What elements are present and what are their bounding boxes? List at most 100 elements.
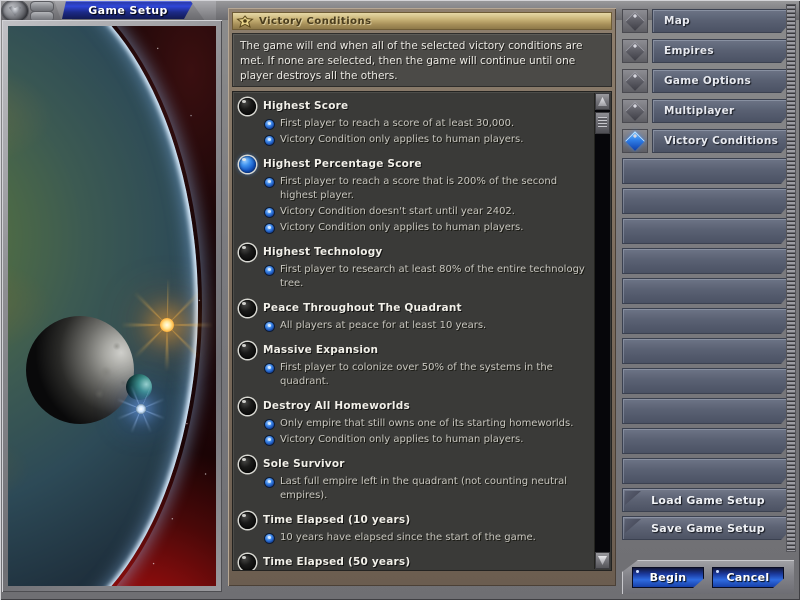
radio-selected-icon[interactable] <box>239 156 256 173</box>
victory-condition-toggle[interactable]: Highest Percentage Score <box>239 156 595 173</box>
save-game-setup-button[interactable]: Save Game Setup <box>622 516 794 540</box>
victory-condition-detail: First player to reach a score of at leas… <box>265 117 595 131</box>
sidebar-item-label: Map <box>664 15 690 27</box>
detail-bullet-icon <box>265 120 274 129</box>
radio-unselected-icon[interactable] <box>239 512 256 529</box>
victory-condition-toggle[interactable]: Highest Technology <box>239 244 595 261</box>
detail-bullet-icon <box>265 436 274 445</box>
window-title: Game Setup <box>62 1 194 19</box>
load-game-setup-button-label: Load Game Setup <box>651 494 765 507</box>
sidebar-item-button[interactable]: Victory Conditions <box>652 129 794 153</box>
diamond-icon[interactable] <box>622 129 648 153</box>
action-bar: Begin Cancel <box>622 560 794 594</box>
detail-bullet-icon <box>265 322 274 331</box>
victory-condition-detail: Victory Condition only applies to human … <box>265 433 595 447</box>
victory-condition-toggle[interactable]: Time Elapsed (10 years) <box>239 512 595 529</box>
victory-condition-group: Highest Percentage Score First player to … <box>239 156 595 235</box>
detail-text: 10 years have elapsed since the start of… <box>280 531 536 545</box>
victory-condition-toggle[interactable]: Highest Score <box>239 98 595 115</box>
sidebar-empty-slot[interactable] <box>622 338 794 364</box>
scroll-thumb[interactable] <box>595 112 610 134</box>
victory-condition-toggle[interactable]: Sole Survivor <box>239 456 595 473</box>
begin-button-label: Begin <box>650 571 687 584</box>
window-title-text: Game Setup <box>88 4 168 17</box>
conditions-scrollbar[interactable] <box>594 93 610 569</box>
diamond-glyph <box>625 131 645 151</box>
victory-condition-toggle[interactable]: Peace Throughout The Quadrant <box>239 300 595 317</box>
detail-bullet-icon <box>265 266 274 275</box>
radio-unselected-icon[interactable] <box>239 456 256 473</box>
victory-condition-group: Time Elapsed (10 years) 10 years have ela… <box>239 512 595 545</box>
sidebar-item-button[interactable]: Game Options <box>652 69 794 93</box>
radio-unselected-icon[interactable] <box>239 398 256 415</box>
radio-unselected-icon[interactable] <box>239 98 256 115</box>
sidebar-empty-slot[interactable] <box>622 428 794 454</box>
sidebar-empty-slot[interactable] <box>622 218 794 244</box>
diamond-icon[interactable] <box>622 9 648 33</box>
victory-condition-label: Peace Throughout The Quadrant <box>263 300 462 314</box>
diamond-icon[interactable] <box>622 39 648 63</box>
sidebar-empty-slot[interactable] <box>622 398 794 424</box>
radio-unselected-icon[interactable] <box>239 342 256 359</box>
victory-condition-group: Highest TechnologyFirst player to resear… <box>239 244 595 291</box>
diamond-icon[interactable] <box>622 99 648 123</box>
scroll-down-arrow-icon[interactable] <box>595 552 610 569</box>
victory-condition-detail: All players at peace for at least 10 yea… <box>265 319 595 333</box>
sun-star <box>160 318 174 332</box>
space-scene-artwork <box>8 26 216 586</box>
radio-unselected-icon[interactable] <box>239 300 256 317</box>
victory-condition-toggle[interactable]: Destroy All Homeworlds <box>239 398 595 415</box>
victory-condition-label: Destroy All Homeworlds <box>263 398 410 412</box>
victory-condition-detail: First player to reach a score that is 20… <box>265 175 595 203</box>
victory-condition-label: Highest Score <box>263 98 348 112</box>
game-setup-window: Game Setup <box>0 0 800 600</box>
cancel-button[interactable]: Cancel <box>712 567 784 588</box>
sidebar-item-victory-conditions[interactable]: Victory Conditions <box>622 128 794 154</box>
begin-button[interactable]: Begin <box>632 567 704 588</box>
sidebar-item-label: Victory Conditions <box>664 135 778 147</box>
sidebar-item-map[interactable]: Map <box>622 8 794 34</box>
scales-emblem-icon <box>236 15 254 28</box>
victory-condition-group: Massive Expansion First player to coloniz… <box>239 342 595 389</box>
scroll-up-arrow-icon[interactable] <box>595 93 610 110</box>
sidebar-item-label: Multiplayer <box>664 105 734 117</box>
sidebar-item-button[interactable]: Multiplayer <box>652 99 794 123</box>
diamond-icon[interactable] <box>622 69 648 93</box>
sidebar-empty-slot[interactable] <box>622 278 794 304</box>
sidebar-empty-slot[interactable] <box>622 188 794 214</box>
artwork-frame <box>2 20 222 592</box>
victory-condition-label: Highest Percentage Score <box>263 156 422 170</box>
sidebar-item-game-options[interactable]: Game Options <box>622 68 794 94</box>
detail-bullet-icon <box>265 208 274 217</box>
victory-condition-detail: Victory Condition only applies to human … <box>265 133 595 147</box>
sidebar-ridge-decoration <box>786 4 796 552</box>
sidebar-empty-slot[interactable] <box>622 158 794 184</box>
sidebar-empty-slot[interactable] <box>622 248 794 274</box>
blue-star <box>136 404 146 414</box>
diamond-glyph <box>625 11 645 31</box>
radio-unselected-icon[interactable] <box>239 554 256 570</box>
save-game-setup-button-label: Save Game Setup <box>651 522 765 535</box>
victory-condition-group: Time Elapsed (50 years)50 years have ela… <box>239 554 595 570</box>
scroll-down-glyph <box>598 556 607 565</box>
victory-condition-toggle[interactable]: Time Elapsed (50 years) <box>239 554 595 570</box>
victory-condition-label: Sole Survivor <box>263 456 345 470</box>
detail-bullet-icon <box>265 478 274 487</box>
victory-condition-group: Destroy All HomeworldsOnly empire that s… <box>239 398 595 447</box>
radio-unselected-icon[interactable] <box>239 244 256 261</box>
victory-condition-toggle[interactable]: Massive Expansion <box>239 342 595 359</box>
sidebar-empty-slot[interactable] <box>622 458 794 484</box>
cancel-button-label: Cancel <box>727 571 770 584</box>
victory-condition-group: Highest Score First player to reach a sco… <box>239 98 595 147</box>
load-game-setup-button[interactable]: Load Game Setup <box>622 488 794 512</box>
sidebar-item-empires[interactable]: Empires <box>622 38 794 64</box>
detail-bullet-icon <box>265 224 274 233</box>
sidebar-empty-slot[interactable] <box>622 308 794 334</box>
sidebar-empty-slot[interactable] <box>622 368 794 394</box>
detail-text: First player to reach a score of at leas… <box>280 117 514 131</box>
sidebar-item-button[interactable]: Empires <box>652 39 794 63</box>
diamond-glyph <box>625 71 645 91</box>
sidebar-item-button[interactable]: Map <box>652 9 794 33</box>
sidebar-item-multiplayer[interactable]: Multiplayer <box>622 98 794 124</box>
detail-text: First player to colonize over 50% of the… <box>280 361 595 389</box>
